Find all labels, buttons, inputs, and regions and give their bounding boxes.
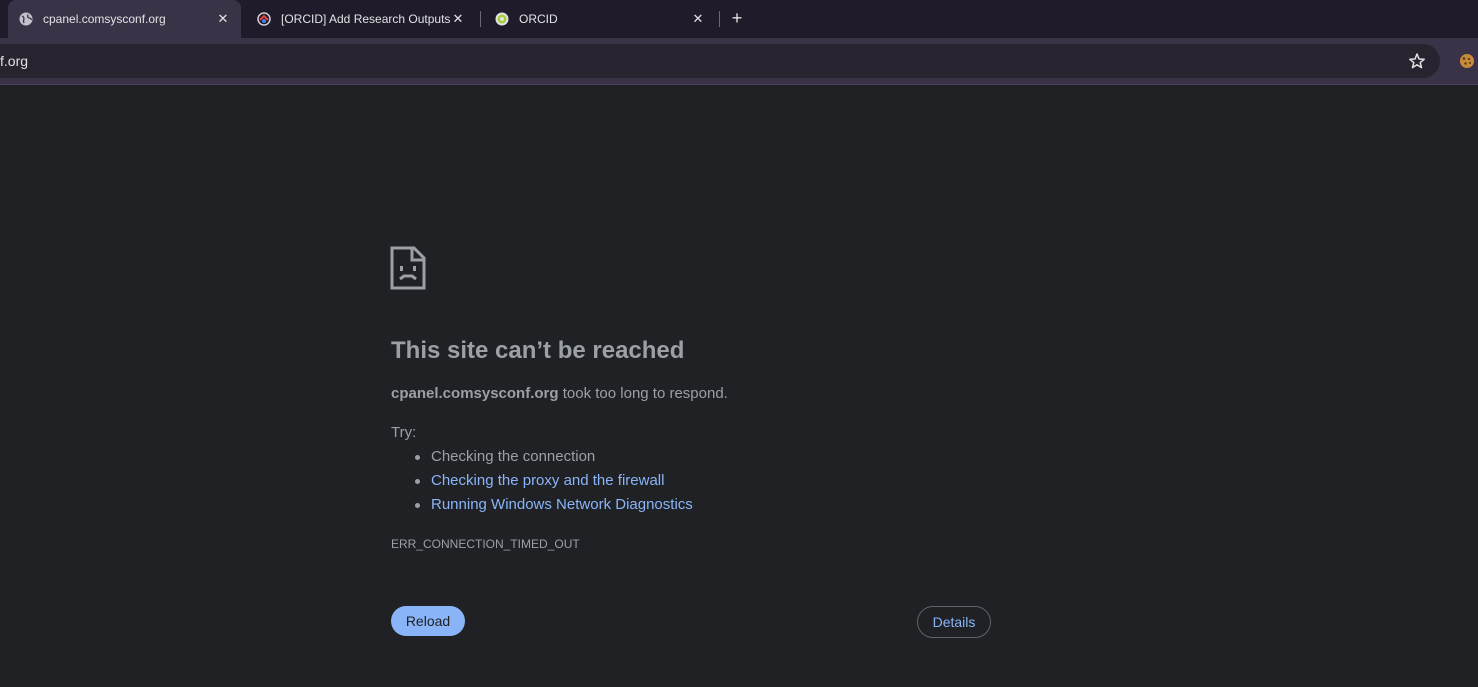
error-host: cpanel.comsysconf.org xyxy=(391,385,559,402)
star-icon[interactable] xyxy=(1408,52,1426,70)
browser-toolbar: f.org xyxy=(0,38,1478,84)
suggestion-check-connection: Checking the connection xyxy=(391,448,693,472)
orcid-icon xyxy=(494,11,510,27)
sad-page-icon xyxy=(390,246,426,290)
error-title: This site can’t be reached xyxy=(391,337,685,364)
tab-title: [ORCID] Add Research Outputs xyxy=(281,12,450,26)
tab-title: ORCID xyxy=(519,12,558,26)
details-button[interactable]: Details xyxy=(917,606,991,638)
new-tab-button[interactable]: + xyxy=(726,7,748,29)
tab-title: cpanel.comsysconf.org xyxy=(43,12,166,26)
tab-orcid[interactable]: ORCID ✕ xyxy=(484,0,714,38)
suggestion-network-diagnostics-link[interactable]: Running Windows Network Diagnostics xyxy=(391,496,693,520)
close-tab-icon[interactable]: ✕ xyxy=(215,11,231,27)
error-code: ERR_CONNECTION_TIMED_OUT xyxy=(391,537,580,551)
address-bar[interactable]: f.org xyxy=(0,44,1440,78)
close-tab-icon[interactable]: ✕ xyxy=(450,11,466,27)
tab-orcid-add-outputs[interactable]: [ORCID] Add Research Outputs ✕ xyxy=(246,0,474,38)
cookie-icon[interactable] xyxy=(1458,52,1476,70)
tab-separator xyxy=(480,11,481,27)
tab-separator xyxy=(719,11,720,27)
orcid-flow-icon xyxy=(256,11,272,27)
reload-button[interactable]: Reload xyxy=(391,606,465,636)
close-tab-icon[interactable]: ✕ xyxy=(690,11,706,27)
suggestion-check-proxy-link[interactable]: Checking the proxy and the firewall xyxy=(391,472,693,496)
address-text[interactable]: f.org xyxy=(0,44,28,78)
error-message: took too long to respond. xyxy=(558,385,728,402)
tab-strip: cpanel.comsysconf.org ✕ [ORCID] Add Rese… xyxy=(0,0,1478,38)
suggestion-list: Checking the connection Checking the pro… xyxy=(391,448,693,520)
tab-cpanel[interactable]: cpanel.comsysconf.org ✕ xyxy=(8,0,241,38)
try-label: Try: xyxy=(391,424,417,441)
error-description: cpanel.comsysconf.org took too long to r… xyxy=(391,385,728,402)
globe-icon xyxy=(18,11,34,27)
toolbar-divider xyxy=(0,84,1478,85)
